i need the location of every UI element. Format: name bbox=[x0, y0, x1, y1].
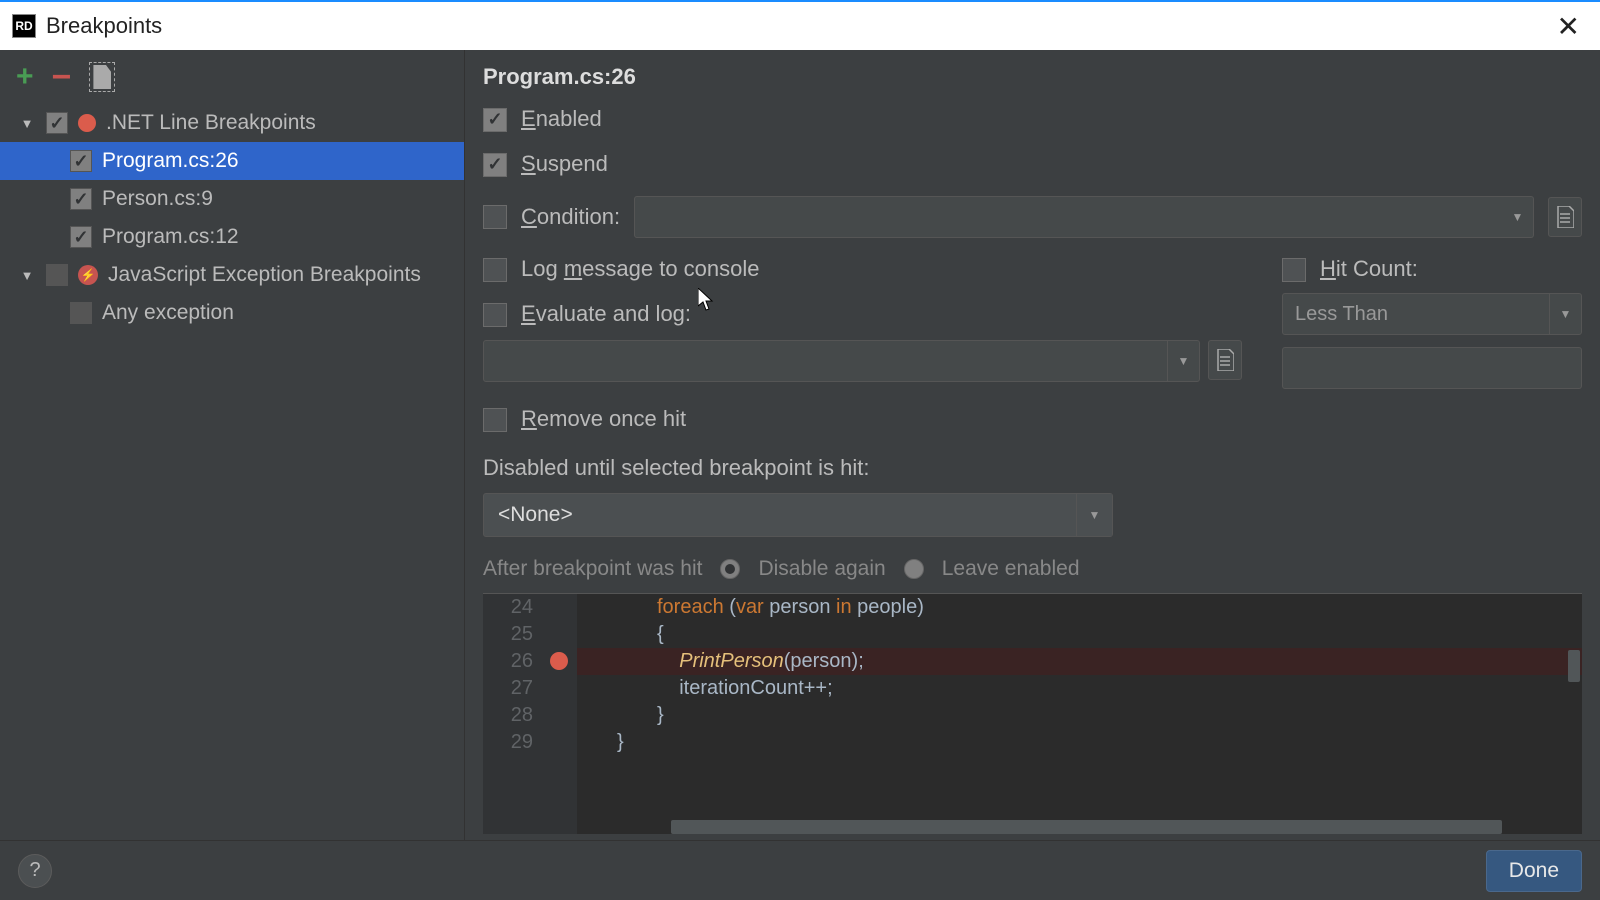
breakpoint-details-panel: Program.cs:26 Enabled Suspend Condition:… bbox=[465, 50, 1600, 840]
line-num: 28 bbox=[483, 702, 533, 729]
after-hit-label: After breakpoint was hit bbox=[483, 557, 702, 581]
group-label: JavaScript Exception Breakpoints bbox=[108, 263, 421, 287]
enabled-checkbox[interactable] bbox=[483, 108, 507, 132]
evaluate-log-checkbox[interactable] bbox=[483, 303, 507, 327]
breakpoint-dot-icon bbox=[78, 114, 96, 132]
breakpoint-gutter[interactable] bbox=[541, 594, 577, 834]
done-button[interactable]: Done bbox=[1486, 850, 1582, 892]
code-line: } bbox=[577, 702, 1582, 729]
code-preview: 24 25 26 27 28 29 foreach (var person in… bbox=[483, 593, 1582, 834]
breakpoint-marker-icon[interactable] bbox=[550, 652, 568, 670]
breakpoints-tree[interactable]: .NET Line Breakpoints Program.cs:26 Pers… bbox=[0, 104, 464, 840]
disabled-until-select[interactable]: <None> ▼ bbox=[483, 493, 1113, 537]
code-line: } bbox=[577, 729, 1582, 756]
tree-group-net-line[interactable]: .NET Line Breakpoints bbox=[0, 104, 464, 142]
group-by-file-icon[interactable] bbox=[89, 62, 115, 92]
item-label: Program.cs:12 bbox=[102, 225, 239, 249]
item-checkbox[interactable] bbox=[70, 302, 92, 324]
group-label: .NET Line Breakpoints bbox=[106, 111, 316, 135]
hit-count-label: Hit Count: bbox=[1320, 256, 1418, 283]
code-line: { bbox=[577, 621, 1582, 648]
dropdown-icon[interactable]: ▼ bbox=[1549, 294, 1581, 334]
expand-icon[interactable] bbox=[18, 266, 36, 284]
item-checkbox[interactable] bbox=[70, 188, 92, 210]
add-breakpoint-button[interactable]: + bbox=[16, 60, 34, 94]
line-num: 29 bbox=[483, 729, 533, 756]
item-label: Program.cs:26 bbox=[102, 149, 239, 173]
code-line: foreach (var person in people) bbox=[577, 594, 1582, 621]
line-num: 25 bbox=[483, 621, 533, 648]
tree-toolbar: + − bbox=[0, 50, 464, 104]
remove-once-hit-checkbox[interactable] bbox=[483, 408, 507, 432]
disabled-until-label: Disabled until selected breakpoint is hi… bbox=[483, 455, 1582, 481]
breakpoint-location-title: Program.cs:26 bbox=[483, 64, 1582, 90]
code-line-breakpoint: PrintPerson(person); bbox=[577, 648, 1582, 675]
dialog-bottom-bar: ? Done bbox=[0, 840, 1600, 900]
app-icon: RD bbox=[12, 14, 36, 38]
item-checkbox[interactable] bbox=[70, 226, 92, 248]
condition-dropdown-icon[interactable]: ▼ bbox=[1502, 196, 1534, 238]
horizontal-scrollbar[interactable] bbox=[671, 820, 1502, 834]
expand-editor-icon[interactable] bbox=[1548, 197, 1582, 237]
hit-count-mode-value: Less Than bbox=[1295, 303, 1388, 326]
titlebar: RD Breakpoints ✕ bbox=[0, 0, 1600, 50]
evaluate-dropdown-icon[interactable]: ▼ bbox=[1167, 341, 1199, 381]
tree-item-any-exception[interactable]: Any exception bbox=[0, 294, 464, 332]
line-num: 26 bbox=[483, 648, 533, 675]
hit-count-mode-select[interactable]: Less Than ▼ bbox=[1282, 293, 1582, 335]
expand-icon[interactable] bbox=[18, 114, 36, 132]
expand-editor-icon[interactable] bbox=[1208, 340, 1242, 380]
item-checkbox[interactable] bbox=[70, 150, 92, 172]
item-label: Person.cs:9 bbox=[102, 187, 213, 211]
suspend-label: Suspend bbox=[521, 151, 608, 178]
window-title: Breakpoints bbox=[46, 13, 1549, 39]
evaluate-log-label: Evaluate and log: bbox=[521, 301, 691, 328]
breakpoints-tree-panel: + − .NET Line Breakpoints Program.cs:26 … bbox=[0, 50, 465, 840]
tree-item-program-26[interactable]: Program.cs:26 bbox=[0, 142, 464, 180]
radio-disable-label: Disable again bbox=[758, 557, 885, 581]
help-button[interactable]: ? bbox=[18, 854, 52, 888]
tree-item-person-9[interactable]: Person.cs:9 bbox=[0, 180, 464, 218]
radio-leave-label: Leave enabled bbox=[942, 557, 1080, 581]
log-message-label: Log message to console bbox=[521, 256, 760, 283]
tree-item-program-12[interactable]: Program.cs:12 bbox=[0, 218, 464, 256]
hit-count-value-input[interactable] bbox=[1282, 347, 1582, 389]
exception-icon: ⚡ bbox=[78, 265, 98, 285]
condition-input[interactable] bbox=[634, 196, 1506, 238]
condition-checkbox[interactable] bbox=[483, 205, 507, 229]
code-line: iterationCount++; bbox=[577, 675, 1582, 702]
group-checkbox[interactable] bbox=[46, 264, 68, 286]
enabled-label: Enabled bbox=[521, 106, 602, 133]
hit-count-checkbox[interactable] bbox=[1282, 258, 1306, 282]
radio-leave-enabled[interactable] bbox=[904, 559, 924, 579]
remove-breakpoint-button[interactable]: − bbox=[52, 67, 72, 87]
dropdown-icon[interactable]: ▼ bbox=[1076, 494, 1112, 536]
condition-label: Condition: bbox=[521, 204, 620, 231]
item-label: Any exception bbox=[102, 301, 234, 325]
log-message-checkbox[interactable] bbox=[483, 258, 507, 282]
line-num: 27 bbox=[483, 675, 533, 702]
code-body: foreach (var person in people) { PrintPe… bbox=[577, 594, 1582, 834]
line-gutter: 24 25 26 27 28 29 bbox=[483, 594, 541, 834]
close-icon[interactable]: ✕ bbox=[1549, 6, 1588, 47]
evaluate-log-input[interactable]: ▼ bbox=[483, 340, 1200, 382]
radio-disable-again[interactable] bbox=[720, 559, 740, 579]
group-checkbox[interactable] bbox=[46, 112, 68, 134]
suspend-checkbox[interactable] bbox=[483, 153, 507, 177]
tree-group-js-exception[interactable]: ⚡ JavaScript Exception Breakpoints bbox=[0, 256, 464, 294]
disabled-until-value: <None> bbox=[498, 503, 573, 527]
vertical-scrollbar[interactable] bbox=[1568, 650, 1580, 682]
remove-once-hit-label: Remove once hit bbox=[521, 406, 686, 433]
line-num: 24 bbox=[483, 594, 533, 621]
